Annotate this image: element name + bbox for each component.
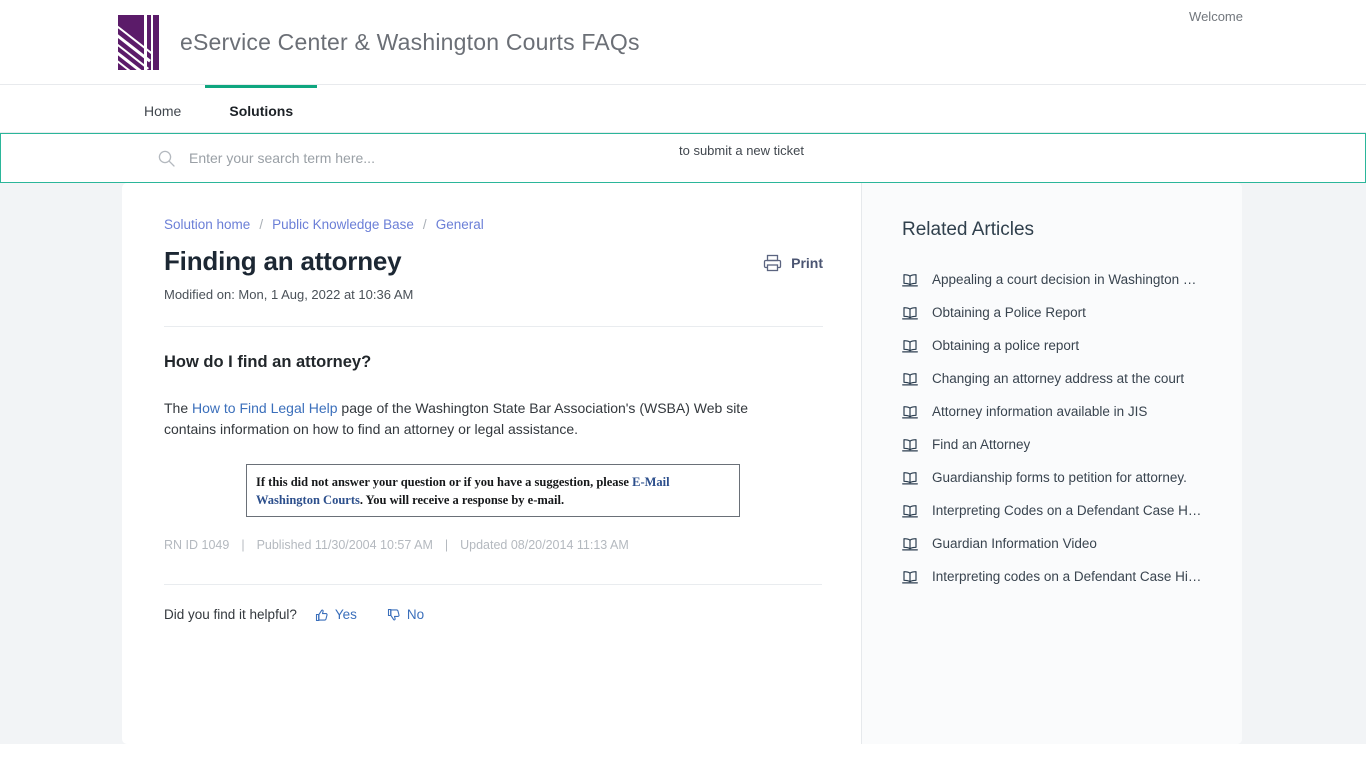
print-button[interactable]: Print [763, 254, 823, 272]
feedback-divider [164, 584, 822, 585]
article-heading: How do I find an attorney? [164, 353, 372, 371]
related-articles-list: Appealing a court decision in Washington… [902, 263, 1222, 593]
related-article-item[interactable]: Obtaining a Police Report [902, 296, 1222, 329]
breadcrumb-separator: / [259, 217, 264, 232]
book-icon [902, 273, 918, 287]
brand-title: eService Center & Washington Courts FAQs [180, 29, 640, 55]
title-block: Finding an attorney Modified on: Mon, 1 … [164, 246, 413, 302]
page-title: Finding an attorney [164, 246, 402, 276]
book-icon [902, 570, 918, 584]
book-icon [902, 471, 918, 485]
tab-home[interactable]: Home [120, 85, 205, 133]
meta-separator: | [444, 538, 449, 552]
feedback-question: Did you find it helpful? [164, 607, 297, 622]
breadcrumb-separator: / [422, 217, 427, 232]
related-article-label: Attorney information available in JIS [932, 404, 1148, 419]
article-column: Solution home / Public Knowledge Base / Gene… [122, 183, 861, 744]
breadcrumb-item-public-knowledge-base[interactable]: Public Knowledge Base [272, 217, 414, 232]
breadcrumb-item-solution-home[interactable]: Solution home [164, 217, 250, 232]
main-nav: Home Solutions [0, 85, 1366, 133]
callout-text-before-link: If this did not answer your question or … [256, 475, 633, 489]
search-input[interactable] [187, 134, 657, 182]
related-article-item[interactable]: Interpreting codes on a Defendant Case H… [902, 560, 1222, 593]
meta-separator: | [241, 538, 245, 552]
meta-published: Published 11/30/2004 10:57 AM [256, 538, 433, 552]
paragraph-text-before-link: The [164, 400, 193, 416]
breadcrumb: Solution home / Public Knowledge Base / Gene… [164, 217, 823, 232]
related-article-item[interactable]: Find an Attorney [902, 428, 1222, 461]
callout-text-after-link: . You will receive a response by e-mail. [359, 493, 565, 507]
book-icon [902, 405, 918, 419]
site-header: eService Center & Washington Courts FAQs… [0, 0, 1366, 85]
related-article-item[interactable]: Guardian Information Video [902, 527, 1222, 560]
vote-no-button[interactable]: No [387, 607, 424, 622]
content-card: Solution home / Public Knowledge Base / Gene… [122, 183, 1242, 744]
book-icon [902, 306, 918, 320]
related-article-label: Guardian Information Video [932, 536, 1097, 551]
printer-icon [763, 254, 782, 272]
related-article-item[interactable]: Interpreting Codes on a Defendant Case H… [902, 494, 1222, 527]
book-icon [902, 504, 918, 518]
article-paragraph: The How to Find Legal Help page of the W… [164, 398, 786, 440]
callout-box: If this did not answer your question or … [246, 464, 740, 517]
related-article-item[interactable]: Changing an attorney address at the cour… [902, 362, 1222, 395]
related-article-item[interactable]: Obtaining a police report [902, 329, 1222, 362]
print-label: Print [791, 255, 823, 271]
related-article-label: Changing an attorney address at the cour… [932, 371, 1185, 386]
new-ticket-text[interactable]: to submit a new ticket [679, 143, 804, 158]
thumbs-up-icon [315, 608, 329, 622]
related-articles-title: Related Articles [902, 219, 1035, 240]
title-divider [164, 326, 823, 327]
vote-yes-button[interactable]: Yes [315, 607, 357, 622]
book-icon [902, 438, 918, 452]
related-article-label: Interpreting Codes on a Defendant Case H… [932, 503, 1204, 518]
breadcrumb-item-general[interactable]: General [436, 217, 484, 232]
related-article-label: Interpreting codes on a Defendant Case H… [932, 569, 1204, 584]
book-icon [902, 537, 918, 551]
related-article-label: Guardianship forms to petition for attor… [932, 470, 1187, 485]
related-article-item[interactable]: Appealing a court decision in Washington… [902, 263, 1222, 296]
legal-help-link[interactable]: How to Find Legal Help [192, 400, 338, 416]
vote-no-label: No [406, 607, 425, 622]
related-article-item[interactable]: Guardianship forms to petition for attor… [902, 461, 1222, 494]
meta-updated: Updated 08/20/2014 11:13 AM [460, 538, 629, 552]
search-bar: to submit a new ticket [0, 133, 1366, 183]
tab-solutions[interactable]: Solutions [205, 85, 318, 133]
related-articles-panel: Related Articles Appealing a court decis… [861, 183, 1242, 744]
nav-tabs: Home Solutions [120, 85, 318, 133]
book-icon [902, 339, 918, 353]
thumbs-down-icon [387, 608, 401, 622]
related-article-label: Appealing a court decision in Washington… [932, 272, 1204, 287]
site-logo-icon [118, 15, 159, 70]
page-body: Solution home / Public Knowledge Base / Gene… [0, 183, 1366, 744]
meta-rn-id: RN ID 1049 [164, 538, 230, 552]
modified-on: Modified on: Mon, 1 Aug, 2022 at 10:36 A… [164, 287, 414, 302]
title-row: Finding an attorney Modified on: Mon, 1 … [164, 246, 823, 302]
vote-yes-label: Yes [334, 607, 357, 622]
related-article-item[interactable]: Attorney information available in JIS [902, 395, 1222, 428]
related-article-label: Obtaining a police report [932, 338, 1080, 353]
related-article-label: Find an Attorney [932, 437, 1031, 452]
search-icon [158, 150, 175, 167]
feedback-row: Did you find it helpful? Yes No [164, 607, 823, 622]
welcome-label: Welcome [1189, 9, 1243, 24]
article-meta: RN ID 1049 | Published 11/30/2004 10:57 AM… [164, 538, 823, 552]
book-icon [902, 372, 918, 386]
related-article-label: Obtaining a Police Report [932, 305, 1086, 320]
brand[interactable]: eService Center & Washington Courts FAQs [118, 15, 640, 70]
